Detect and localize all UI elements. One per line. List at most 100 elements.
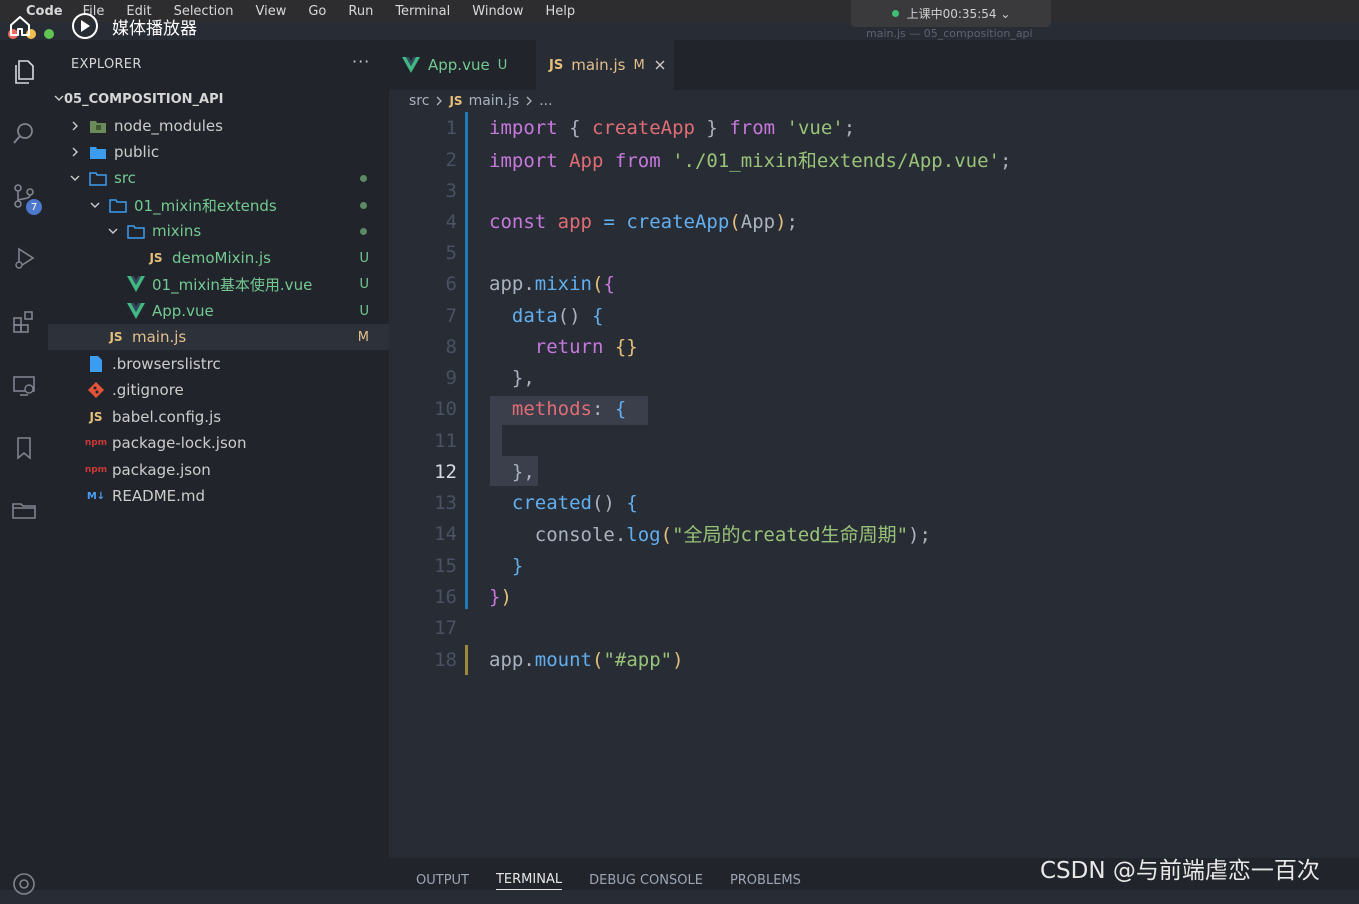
tree-item-mixin-basic-vue[interactable]: 01_mixin基本使用.vue U — [48, 271, 389, 297]
source-control-icon[interactable]: 7 — [4, 176, 44, 216]
code-token: { — [626, 491, 638, 514]
code-token: created — [511, 491, 592, 514]
chevron-right-icon — [68, 147, 82, 157]
run-debug-icon[interactable] — [4, 238, 44, 278]
tab-main-js[interactable]: JS main.js M — [536, 40, 674, 90]
line-number: 3 — [445, 179, 457, 202]
line-number: 16 — [434, 585, 457, 608]
code-token: ( — [591, 272, 604, 295]
code-token: import — [489, 116, 558, 139]
tree-item-package-lock[interactable]: npm package-lock.json — [48, 430, 389, 456]
modified-badge: M — [633, 57, 645, 73]
code-line: 7 data() { — [389, 300, 1359, 331]
tab-output[interactable]: OUTPUT — [416, 873, 469, 890]
line-number: 18 — [434, 648, 457, 671]
code-line: 6 app.mixin({ — [389, 268, 1359, 299]
close-icon[interactable] — [655, 60, 665, 70]
class-timer[interactable]: 上课中00:35:54 ⌄ — [851, 0, 1051, 27]
code-token: "全局的created生命周期" — [672, 524, 909, 546]
tree-item-label: 01_mixin和extends — [134, 196, 277, 215]
tree-item-label: mixins — [152, 222, 202, 240]
chevron-down-icon — [54, 92, 64, 107]
node-modules-folder-icon — [88, 119, 108, 134]
tree-item-label: node_modules — [114, 117, 223, 135]
modified-dot-icon — [360, 174, 367, 182]
line-number: 11 — [434, 429, 457, 452]
tab-problems[interactable]: PROBLEMS — [730, 873, 801, 890]
code-token: ) — [672, 648, 684, 671]
code-token: import — [489, 150, 558, 172]
tree-item-main-js[interactable]: JS main.js M — [48, 324, 389, 350]
breadcrumb-symbol[interactable]: ... — [539, 93, 552, 109]
folder-open-icon — [126, 224, 146, 239]
line-number: 4 — [445, 210, 457, 233]
search-icon[interactable] — [4, 114, 44, 154]
tree-item-browserslistrc[interactable]: .browserslistrc — [48, 351, 389, 377]
remote-explorer-icon[interactable] — [4, 366, 44, 406]
menu-window[interactable]: Window — [472, 4, 523, 19]
source-control-badge: 7 — [26, 199, 42, 215]
untracked-badge: U — [359, 303, 369, 319]
bookmarks-icon[interactable] — [4, 428, 44, 468]
code-token: methods — [511, 397, 592, 420]
explorer-sidebar: EXPLORER ··· 05_COMPOSITION_API node_mod… — [48, 40, 389, 890]
tree-item-babel-config[interactable]: JS babel.config.js — [48, 404, 389, 430]
code-token: { — [592, 304, 604, 327]
line-number: 14 — [434, 522, 457, 545]
extensions-icon[interactable] — [4, 302, 44, 342]
tree-item-label: README.md — [112, 487, 206, 505]
code-line: 11 — [389, 425, 1359, 456]
tree-item-app-vue[interactable]: App.vue U — [48, 298, 389, 324]
code-token: } — [511, 554, 524, 577]
csdn-watermark: CSDN @与前端虐恋一百次 — [1040, 858, 1320, 884]
vue-file-icon — [126, 276, 146, 292]
tree-item-mixin-extends[interactable]: 01_mixin和extends — [48, 192, 389, 218]
vue-file-icon — [402, 57, 420, 73]
code-token: ( — [729, 210, 741, 233]
code-line: 3 — [389, 175, 1359, 206]
tree-item-package-json[interactable]: npm package.json — [48, 457, 389, 483]
code-line: 2 import App from './01_mixin和extends/Ap… — [389, 144, 1359, 175]
code-token: { — [603, 272, 615, 295]
tree-item-gitignore[interactable]: .gitignore — [48, 377, 389, 403]
editor-tabs: App.vue U JS main.js M — [389, 40, 1359, 90]
tab-terminal[interactable]: TERMINAL — [495, 872, 563, 890]
home-icon[interactable] — [0, 14, 40, 38]
code-token: console — [534, 524, 615, 546]
code-token: . — [614, 524, 627, 546]
menu-run[interactable]: Run — [348, 4, 373, 19]
tree-item-mixins[interactable]: mixins — [48, 218, 389, 244]
code-line: 17 — [389, 612, 1359, 643]
menu-terminal[interactable]: Terminal — [395, 4, 450, 19]
project-root[interactable]: 05_COMPOSITION_API — [48, 86, 389, 112]
tab-debug-console[interactable]: DEBUG CONSOLE — [589, 873, 703, 890]
menu-go[interactable]: Go — [308, 4, 326, 19]
explorer-icon[interactable] — [4, 52, 44, 92]
tab-app-vue[interactable]: App.vue U — [389, 40, 534, 90]
code-token: './01_mixin和extends/App.vue' — [672, 150, 1000, 172]
breadcrumb-file[interactable]: main.js — [469, 93, 520, 109]
accounts-icon[interactable] — [4, 864, 44, 904]
tree-item-label: demoMixin.js — [172, 249, 271, 267]
menu-view[interactable]: View — [255, 4, 286, 19]
code-line: 18 app.mount("#app") — [389, 644, 1359, 675]
project-manager-icon[interactable] — [4, 490, 44, 530]
tree-item-demomixin[interactable]: JS demoMixin.js U — [48, 245, 389, 271]
folder-open-icon — [108, 198, 128, 213]
explorer-more-button[interactable]: ··· — [352, 52, 370, 71]
play-icon[interactable] — [72, 13, 98, 39]
tree-item-label: main.js — [132, 328, 187, 346]
tree-item-readme[interactable]: M↓ README.md — [48, 483, 389, 509]
timer-text: 上课中00:35:54 ⌄ — [906, 7, 1011, 21]
code-token: App — [569, 150, 604, 172]
breadcrumb-folder[interactable]: src — [409, 93, 429, 109]
tree-item-src[interactable]: src — [48, 165, 389, 191]
menu-help[interactable]: Help — [546, 4, 576, 19]
code-line: 10 methods: { — [389, 393, 1359, 424]
code-token: { — [569, 116, 581, 139]
line-number: 2 — [445, 148, 457, 171]
code-editor[interactable]: 1 import { createApp } from 'vue'; 2 imp… — [389, 112, 1359, 852]
tree-item-node-modules[interactable]: node_modules — [48, 113, 389, 139]
tree-item-public[interactable]: public — [48, 139, 389, 165]
chevron-right-icon — [68, 121, 82, 131]
